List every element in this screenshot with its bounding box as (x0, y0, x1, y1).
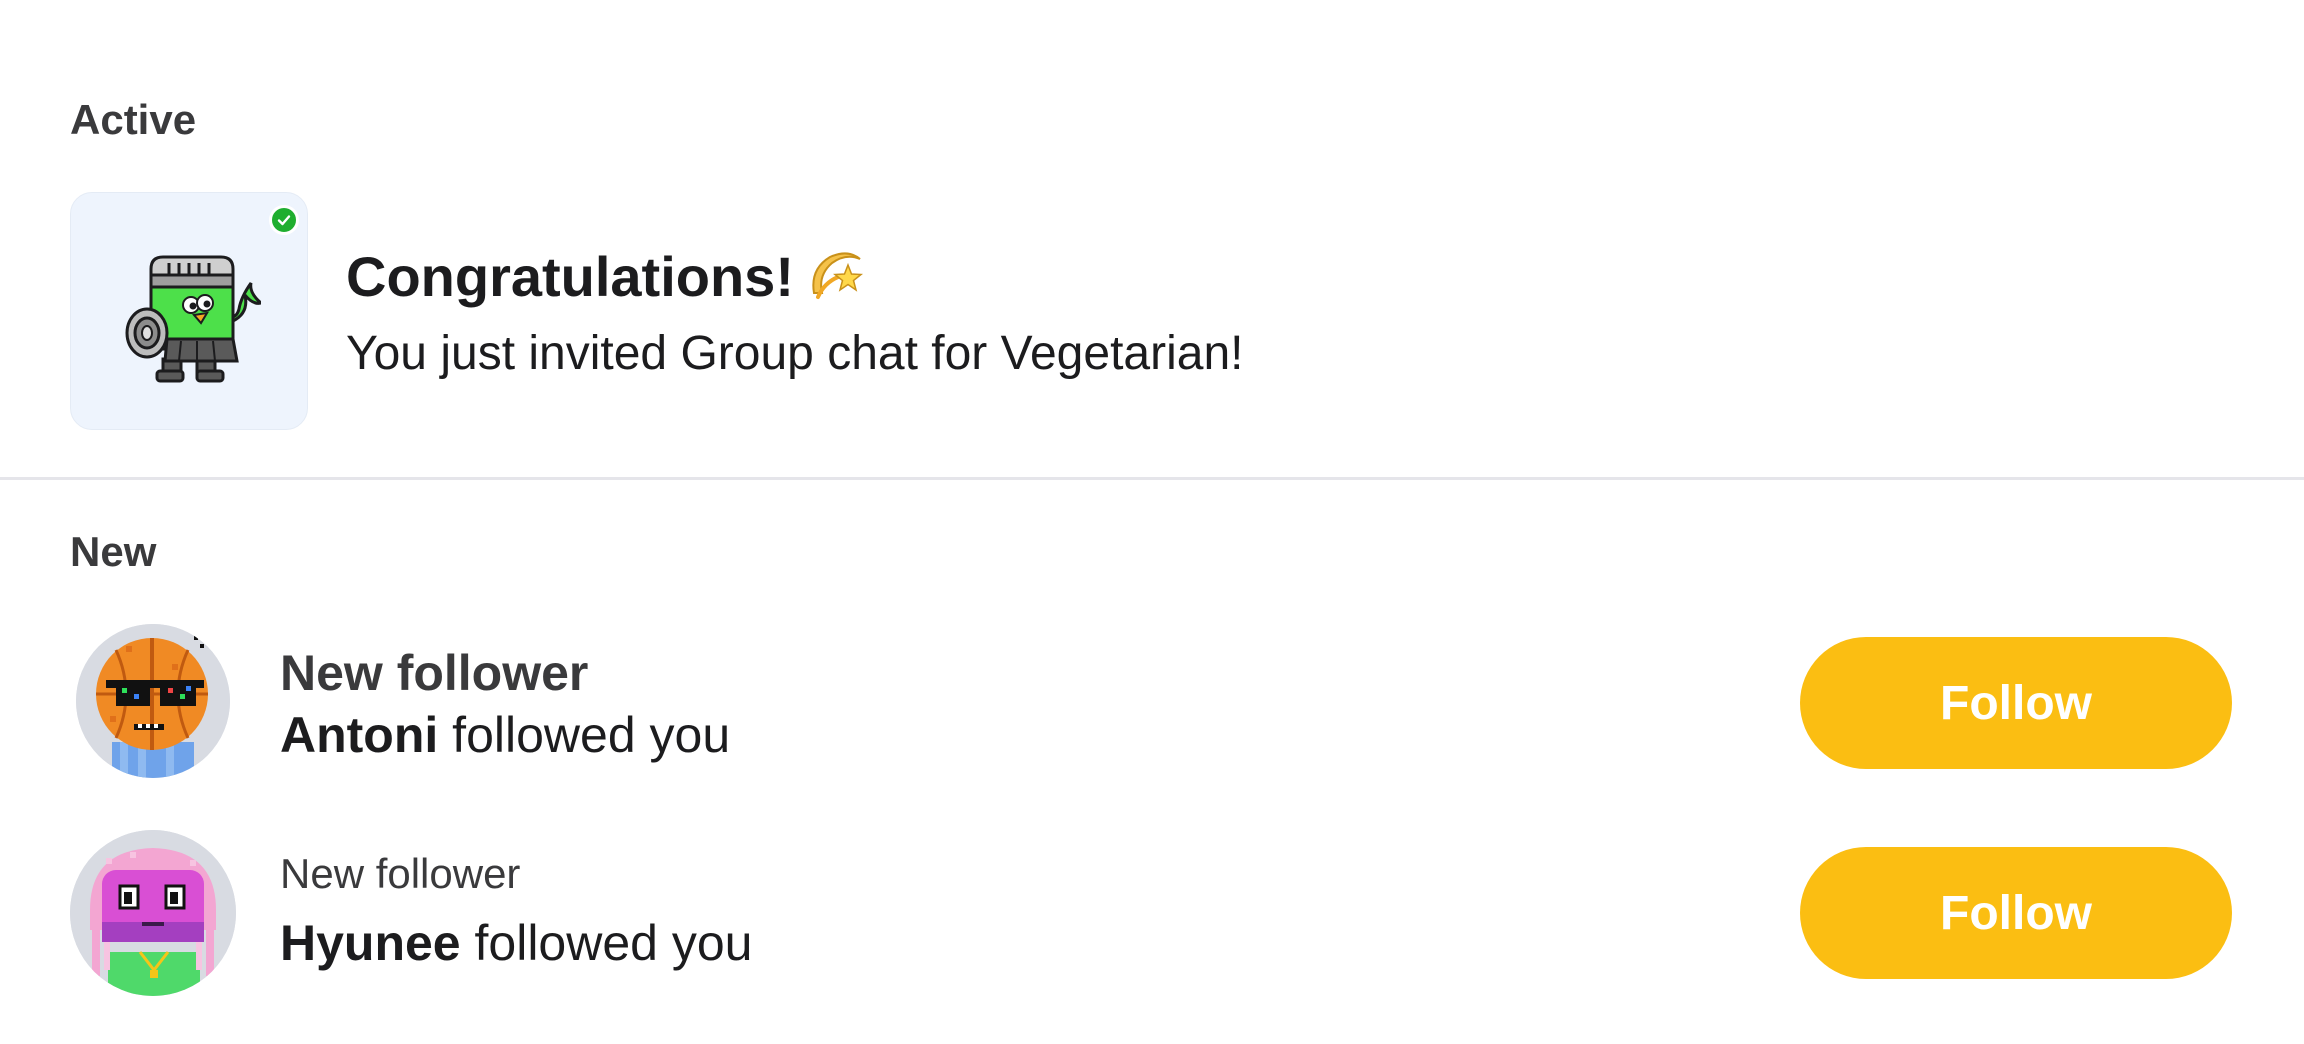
follow-button[interactable]: Follow (1800, 637, 2232, 769)
active-event-thumbnail[interactable] (70, 192, 308, 430)
notification-title: New follower (280, 850, 521, 897)
dizzy-sparkle-icon (812, 252, 863, 300)
section-divider (0, 477, 2304, 480)
section-title-new: New (70, 528, 157, 575)
avatar-hyunee[interactable] (70, 830, 236, 996)
notification-action: followed you (438, 707, 731, 763)
active-card-title-text: Congratulations! (346, 245, 794, 308)
notification-message: Antoni followed you (280, 706, 730, 764)
active-card-title: Congratulations! (346, 244, 868, 313)
notification-title: New follower (280, 645, 589, 701)
follow-button[interactable]: Follow (1800, 847, 2232, 979)
pixel-avatar-icon (70, 830, 236, 996)
section-title-active: Active (70, 96, 197, 143)
notification-action: followed you (460, 915, 753, 971)
active-card-message: You just invited Group chat for Vegetari… (346, 327, 1244, 380)
avatar-antoni[interactable] (76, 624, 230, 778)
check-icon (269, 205, 299, 235)
notification-message: Hyunee followed you (280, 914, 752, 972)
follower-name[interactable]: Hyunee (280, 915, 461, 971)
pixel-avatar-icon (76, 624, 230, 778)
knight-mascot-icon (125, 255, 261, 383)
follower-name[interactable]: Antoni (280, 707, 438, 763)
